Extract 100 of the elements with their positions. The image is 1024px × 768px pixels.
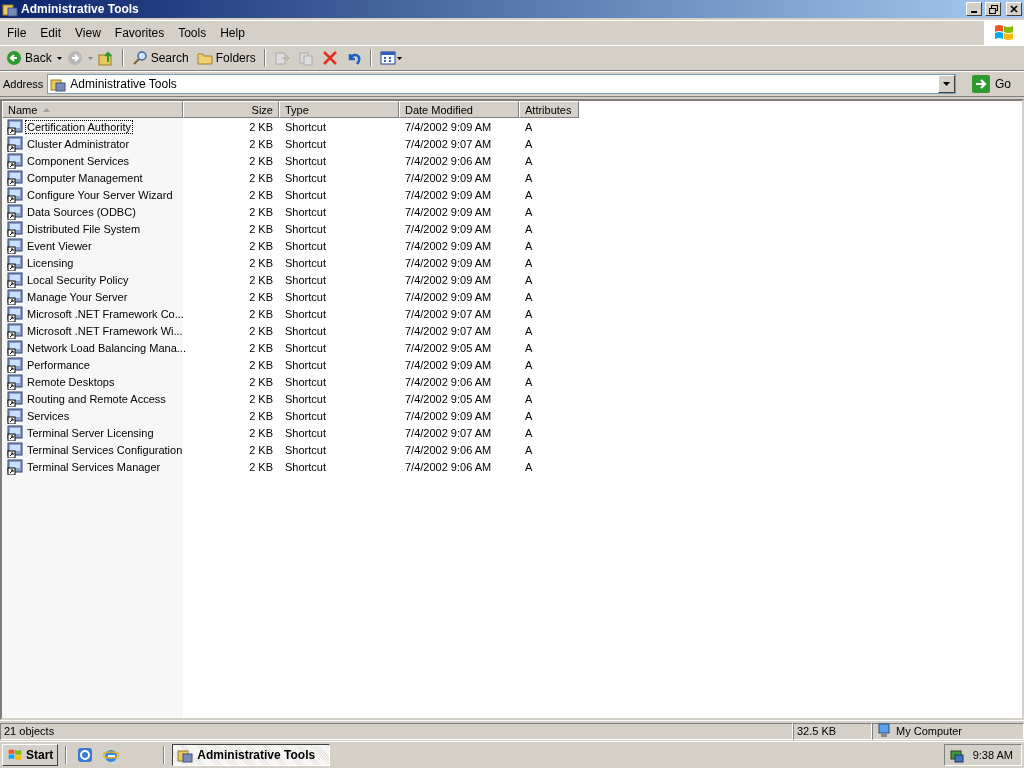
shortcut-icon (7, 135, 23, 152)
folder-icon (177, 747, 194, 763)
search-button[interactable]: Search (128, 47, 192, 69)
column-header[interactable]: Type (279, 101, 399, 118)
file-size: 2 KB (249, 154, 273, 167)
column-header[interactable]: Name (2, 101, 183, 118)
shortcut-icon (7, 237, 23, 254)
file-type: Shortcut (285, 137, 326, 150)
file-attributes: A (525, 307, 533, 320)
menu-item[interactable]: File (0, 26, 34, 40)
file-name[interactable]: Terminal Server Licensing (25, 425, 156, 440)
file-name[interactable]: Services (25, 408, 72, 423)
file-name[interactable]: Manage Your Server (25, 289, 130, 304)
go-button[interactable]: Go (960, 75, 1021, 93)
file-attributes: A (525, 290, 533, 303)
file-name[interactable]: Event Viewer (25, 238, 94, 253)
date-modified: 7/4/2002 9:09 AM (405, 120, 492, 133)
file-name[interactable]: Data Sources (ODBC) (25, 204, 138, 219)
address-field[interactable]: Administrative Tools (47, 74, 956, 94)
file-name[interactable]: Certification Authority (25, 119, 133, 134)
network-icon (948, 747, 965, 763)
shortcut-icon (7, 441, 23, 458)
column-header[interactable]: Date Modified (399, 101, 519, 118)
close-button[interactable] (1006, 2, 1022, 16)
file-name[interactable]: Terminal Services Configuration (25, 442, 185, 457)
menu-item[interactable]: Tools (171, 26, 214, 40)
file-size: 2 KB (249, 120, 273, 133)
date-modified: 7/4/2002 9:06 AM (405, 154, 492, 167)
file-name[interactable]: Performance (25, 357, 92, 372)
file-type: Shortcut (285, 443, 326, 456)
file-name[interactable]: Configure Your Server Wizard (25, 187, 175, 202)
address-label: Address (3, 78, 44, 90)
file-name[interactable]: Component Services (25, 153, 132, 168)
computer-icon (876, 723, 892, 739)
status-size: 32.5 KB (793, 722, 872, 740)
file-type: Shortcut (285, 324, 326, 337)
column-header[interactable]: Size (183, 101, 279, 118)
menu-item[interactable]: Edit (33, 26, 69, 40)
file-size: 2 KB (249, 137, 273, 150)
folders-button[interactable]: Folders (193, 47, 259, 69)
file-attributes: A (525, 120, 533, 133)
column-header[interactable]: Attributes (519, 101, 579, 118)
date-modified: 7/4/2002 9:09 AM (405, 171, 492, 184)
file-size: 2 KB (249, 324, 273, 337)
file-size: 2 KB (249, 256, 273, 269)
file-attributes: A (525, 443, 533, 456)
file-attributes: A (525, 256, 533, 269)
taskbar-button[interactable]: Administrative Tools (172, 744, 331, 766)
file-type: Shortcut (285, 120, 326, 133)
file-name[interactable]: Network Load Balancing Mana... (25, 340, 188, 355)
file-name[interactable]: Licensing (25, 255, 76, 270)
shortcut-icon (7, 458, 23, 475)
folder-up-icon (97, 50, 114, 66)
shortcut-icon (7, 254, 23, 271)
menu-item[interactable]: Favorites (107, 26, 172, 40)
shortcut-icon (7, 390, 23, 407)
file-attributes: A (525, 171, 533, 184)
shortcut-icon (7, 322, 23, 339)
file-name[interactable]: Distributed File System (25, 221, 143, 236)
file-name[interactable]: Local Security Policy (25, 272, 131, 287)
file-type: Shortcut (285, 375, 326, 388)
shortcut-icon (7, 373, 23, 390)
file-name[interactable]: Microsoft .NET Framework Co... (25, 306, 186, 321)
file-name[interactable]: Cluster Administrator (25, 136, 132, 151)
menu-item[interactable]: View (68, 26, 108, 40)
dropdown-button[interactable] (938, 75, 955, 93)
file-attributes: A (525, 460, 533, 473)
file-attributes: A (525, 188, 533, 201)
file-name[interactable]: Routing and Remote Access (25, 391, 168, 406)
file-type: Shortcut (285, 205, 326, 218)
file-name[interactable]: Microsoft .NET Framework Wi... (25, 323, 185, 338)
dropdown-arrow-icon (87, 56, 93, 60)
file-size: 2 KB (249, 171, 273, 184)
back-button[interactable]: Back (3, 47, 55, 69)
shortcut-icon (7, 186, 23, 203)
status-zone: My Computer (872, 722, 1024, 740)
date-modified: 7/4/2002 9:07 AM (405, 307, 492, 320)
folder-icon (196, 50, 213, 66)
window-title: Administrative Tools (21, 2, 140, 16)
start-button[interactable]: Start (2, 744, 59, 766)
windows-logo (7, 748, 23, 762)
date-modified: 7/4/2002 9:09 AM (405, 188, 492, 201)
file-size: 2 KB (249, 307, 273, 320)
file-type: Shortcut (285, 171, 326, 184)
date-modified: 7/4/2002 9:07 AM (405, 324, 492, 337)
menu-item[interactable]: Help (213, 26, 252, 40)
file-size: 2 KB (249, 375, 273, 388)
restore-button[interactable] (985, 2, 1001, 16)
file-name[interactable]: Remote Desktops (25, 374, 117, 389)
file-size: 2 KB (249, 358, 273, 371)
status-objects: 21 objects (0, 722, 793, 740)
minimize-button[interactable] (966, 2, 982, 16)
file-type: Shortcut (285, 273, 326, 286)
shortcut-icon (7, 271, 23, 288)
delete-icon (321, 50, 338, 66)
file-type: Shortcut (285, 460, 326, 473)
shortcut-icon (7, 424, 23, 441)
file-name[interactable]: Computer Management (25, 170, 145, 185)
file-name[interactable]: Terminal Services Manager (25, 459, 163, 474)
file-size: 2 KB (249, 426, 273, 439)
